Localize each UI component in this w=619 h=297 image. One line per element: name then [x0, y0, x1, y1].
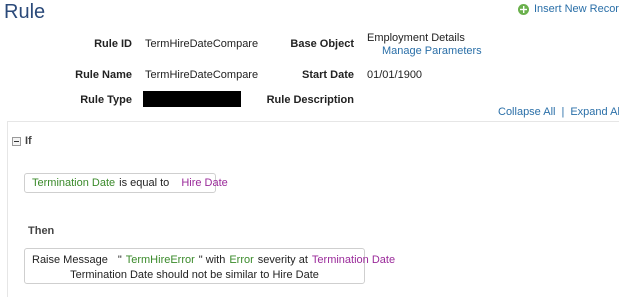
action-line: Raise Message " TermHireError " with Err…	[32, 254, 395, 266]
collapse-expand-controls: Collapse All | Expand All	[498, 106, 619, 118]
if-header: If	[12, 135, 32, 147]
rule-type-redacted-value	[143, 91, 241, 107]
condition-operator[interactable]: is equal to	[119, 177, 169, 189]
base-object-value: Employment Details	[367, 32, 465, 44]
if-condition-expression[interactable]: Termination Date is equal to Hire Date	[24, 173, 228, 193]
insert-new-record-label: Insert New Record	[534, 3, 619, 15]
message-text: Termination Date should not be similar t…	[70, 269, 319, 281]
start-date-label: Start Date	[302, 69, 354, 81]
condition-left-field[interactable]: Termination Date	[32, 177, 115, 189]
rule-description-label: Rule Description	[266, 94, 354, 106]
expand-all-link[interactable]: Expand All	[570, 106, 619, 118]
severity-suffix: severity at	[257, 254, 308, 266]
collapse-all-link[interactable]: Collapse All	[498, 106, 555, 118]
rule-id-label: Rule ID	[94, 38, 132, 50]
collapse-toggle-icon[interactable]	[12, 136, 21, 146]
rule-id-value: TermHireDateCompare	[145, 38, 259, 50]
quote-close: " with	[198, 254, 226, 266]
message-key[interactable]: TermHireError	[126, 254, 195, 266]
separator: |	[561, 106, 565, 118]
manage-parameters-link[interactable]: Manage Parameters	[382, 45, 482, 57]
if-label: If	[25, 135, 32, 147]
base-object-label: Base Object	[290, 38, 354, 50]
condition-right-field[interactable]: Hire Date	[181, 177, 227, 189]
rule-name-value: TermHireDateCompare	[145, 69, 259, 81]
then-label: Then	[28, 225, 55, 237]
plus-circle-icon	[518, 3, 529, 15]
rule-name-label: Rule Name	[75, 69, 132, 81]
rule-type-label: Rule Type	[80, 94, 132, 106]
severity-value[interactable]: Error	[229, 254, 253, 266]
target-field[interactable]: Termination Date	[312, 254, 395, 266]
page-title: Rule	[4, 1, 46, 23]
then-action-expression[interactable]: Raise Message " TermHireError " with Err…	[24, 248, 395, 284]
start-date-value: 01/01/1900	[367, 69, 423, 81]
action-verb[interactable]: Raise Message	[32, 254, 108, 266]
insert-new-record-link[interactable]: Insert New Record	[518, 3, 619, 15]
quote-open: "	[117, 254, 122, 266]
